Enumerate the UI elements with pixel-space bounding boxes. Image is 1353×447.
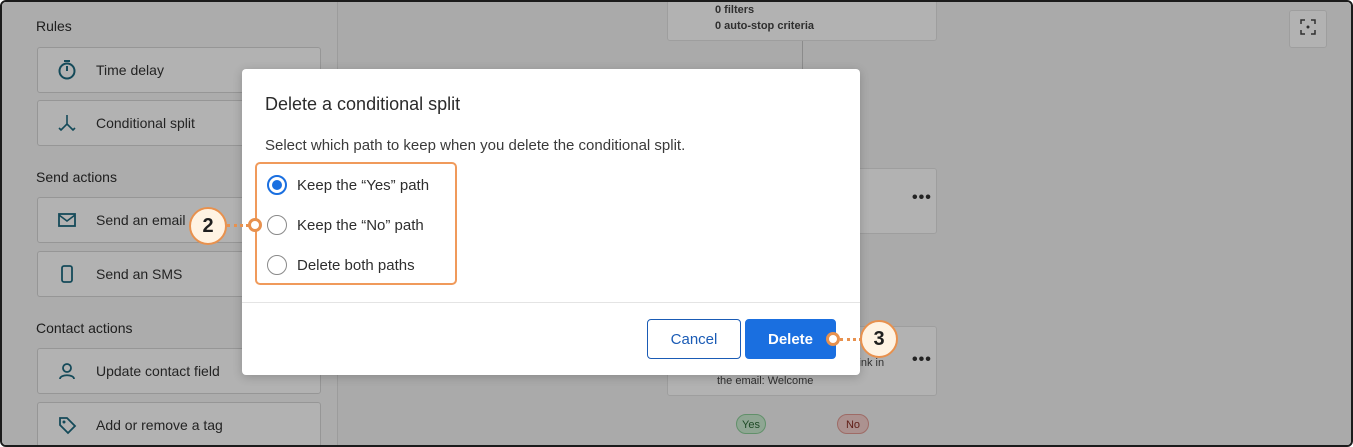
callout-connector <box>227 224 249 227</box>
dialog-title: Delete a conditional split <box>265 94 461 114</box>
options-highlight-box <box>255 162 457 285</box>
cancel-button[interactable]: Cancel <box>647 319 741 359</box>
callout-dot <box>248 218 262 232</box>
delete-button[interactable]: Delete <box>745 319 836 359</box>
dialog-description: Select which path to keep when you delet… <box>265 137 686 154</box>
callout-connector <box>840 338 862 341</box>
dialog-divider <box>242 302 860 303</box>
callout-dot <box>826 332 840 346</box>
step-2-badge: 2 <box>189 207 227 245</box>
step-3-badge: 3 <box>860 320 898 358</box>
app-frame: Rules Time delay Conditional split Send … <box>0 0 1353 447</box>
